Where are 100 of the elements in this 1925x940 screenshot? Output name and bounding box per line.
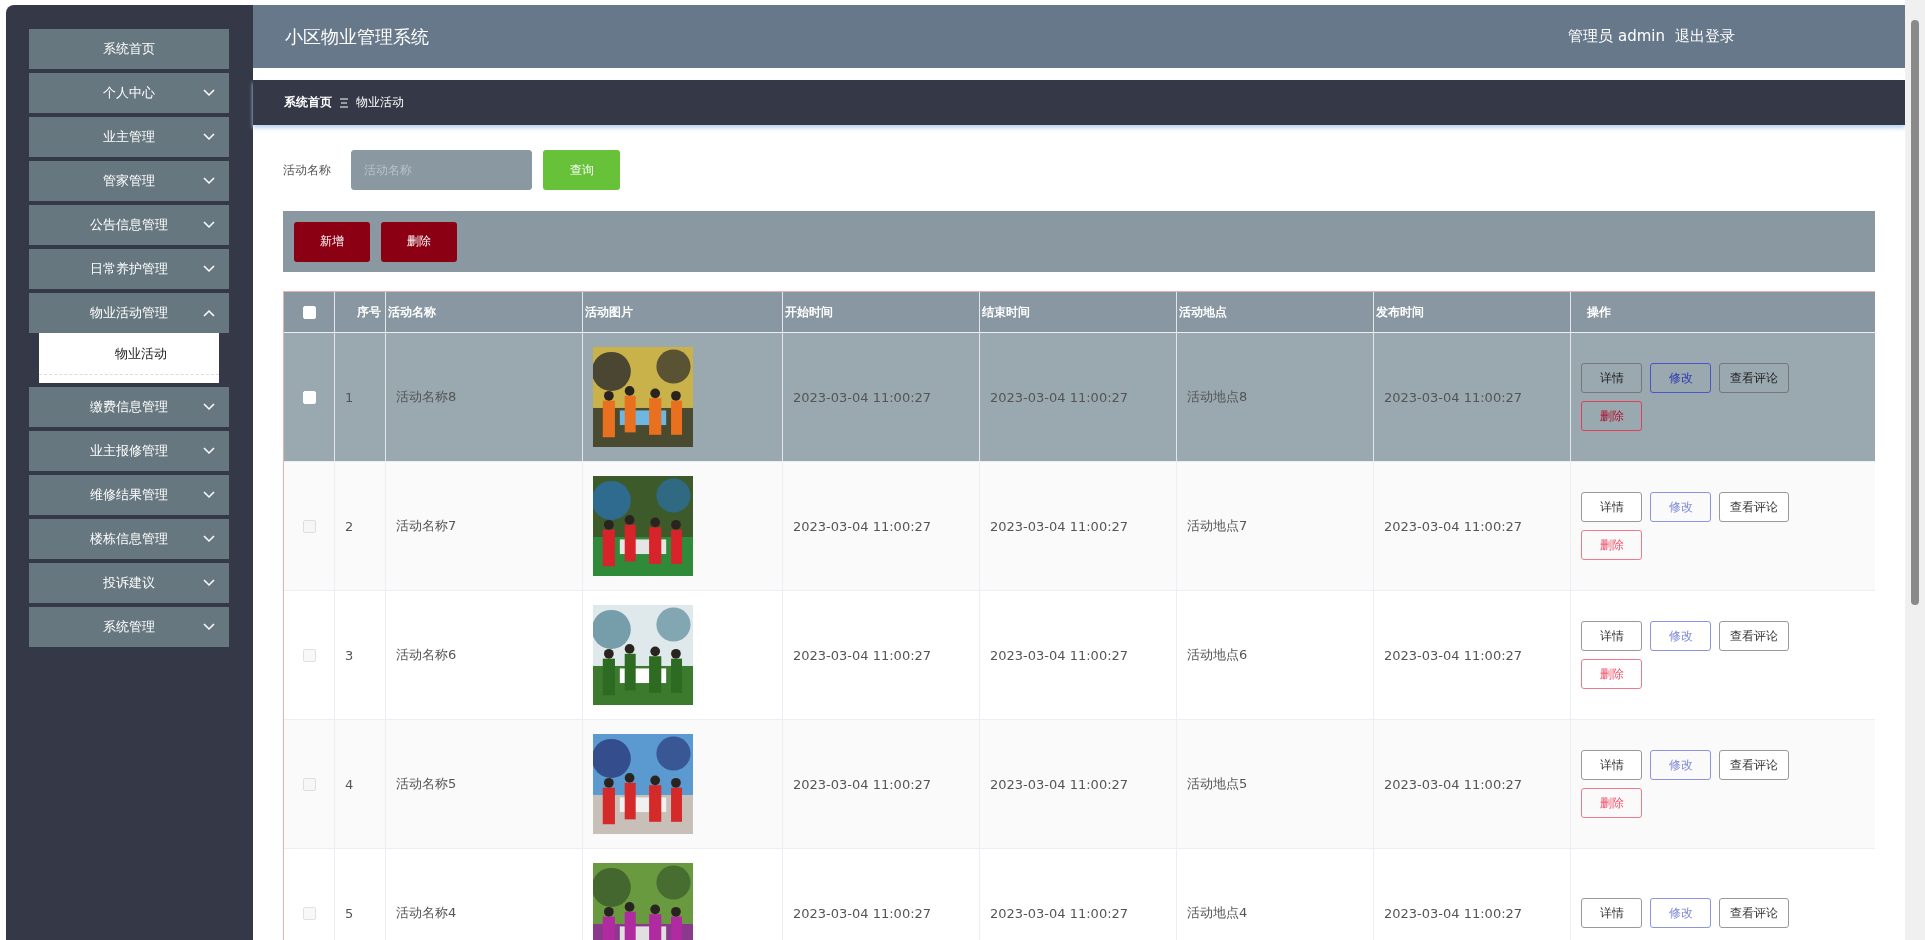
checkbox[interactable]: [302, 648, 316, 662]
action-button[interactable]: 查看评论: [1719, 363, 1789, 393]
checkbox[interactable]: [302, 519, 316, 533]
action-button[interactable]: 查看评论: [1719, 621, 1789, 651]
table-cell: 4: [335, 720, 386, 848]
table-cell: 2023-03-04 11:00:27: [783, 333, 980, 461]
action-button[interactable]: 详情: [1581, 492, 1642, 522]
chevron-down-icon: [203, 177, 215, 185]
chevron-down-icon: [203, 623, 215, 631]
table-row[interactable]: 3 活动名称6 2023-03-04 11:00:27 2023-03-04 11:00:27 活动地点6 2023-03-04 11:00:27 详情 修改 查看评论 删除: [284, 591, 1875, 720]
edit-button[interactable]: 修改: [1650, 492, 1711, 522]
column-header: 活动图片: [583, 292, 783, 332]
table-cell: 活动名称4: [386, 849, 583, 940]
delete-button[interactable]: 删除: [1581, 659, 1642, 689]
search-label: 活动名称: [283, 161, 332, 179]
toolbar-button[interactable]: 删除: [381, 221, 457, 262]
menu-item[interactable]: 系统首页: [29, 29, 229, 69]
chevron-down-icon: [203, 265, 215, 273]
menu-item[interactable]: 维修结果管理: [29, 475, 229, 515]
breadcrumb-link[interactable]: 物业活动: [356, 94, 404, 111]
column-header: 活动地点: [1177, 292, 1374, 332]
table-cell: 2023-03-04 11:00:27: [1374, 591, 1571, 719]
column-header: 活动名称: [386, 292, 583, 332]
delete-button[interactable]: 删除: [1581, 401, 1642, 431]
edit-button[interactable]: 修改: [1650, 363, 1711, 393]
table-cell: 2023-03-04 11:00:27: [980, 333, 1177, 461]
checkbox[interactable]: [302, 777, 316, 791]
menu-item[interactable]: 投诉建议: [29, 563, 229, 603]
table-cell: 活动名称6: [386, 591, 583, 719]
menu-item[interactable]: 管家管理: [29, 161, 229, 201]
table-row[interactable]: 2 活动名称7 2023-03-04 11:00:27 2023-03-04 11:00:27 活动地点7 2023-03-04 11:00:27 详情 修改 查看评论 删除: [284, 462, 1875, 591]
user-label: 管理员 admin: [1568, 27, 1665, 46]
chevron-down-icon: [203, 491, 215, 499]
column-header: 操作: [1586, 303, 1612, 321]
menu-item[interactable]: 物业活动管理: [29, 293, 229, 333]
column-header: 结束时间: [980, 292, 1177, 332]
menu-item[interactable]: 缴费信息管理: [29, 387, 229, 427]
table-row[interactable]: 4 活动名称5 2023-03-04 11:00:27 2023-03-04 11:00:27 活动地点5 2023-03-04 11:00:27 详情 修改 查看评论 删除: [284, 720, 1875, 849]
chevron-down-icon: [203, 579, 215, 587]
table-cell: 活动地点6: [1177, 591, 1374, 719]
chevron-down-icon: [203, 221, 215, 229]
delete-button[interactable]: 删除: [1581, 788, 1642, 818]
table-cell: 活动地点8: [1177, 333, 1374, 461]
app-title: 小区物业管理系统: [285, 24, 429, 49]
action-button[interactable]: 查看评论: [1719, 492, 1789, 522]
menu-item[interactable]: 个人中心: [29, 73, 229, 113]
action-button[interactable]: 查看评论: [1719, 898, 1789, 928]
table-cell: 2023-03-04 11:00:27: [1374, 720, 1571, 848]
table-cell: 1: [335, 333, 386, 461]
scrollbar-thumb[interactable]: [1911, 20, 1919, 605]
table-cell: 活动名称8: [386, 333, 583, 461]
column-header: 序号: [335, 292, 386, 332]
table-cell: 活动地点7: [1177, 462, 1374, 590]
table-cell: 活动名称5: [386, 720, 583, 848]
breadcrumb-link[interactable]: 系统首页: [284, 94, 332, 111]
table-cell: 2023-03-04 11:00:27: [980, 849, 1177, 940]
menu-item[interactable]: 业主报修管理: [29, 431, 229, 471]
table-cell: 2023-03-04 11:00:27: [980, 462, 1177, 590]
column-header: 开始时间: [783, 292, 980, 332]
menu-item[interactable]: 系统管理: [29, 607, 229, 647]
chevron-down-icon: [203, 89, 215, 97]
table-cell: 2023-03-04 11:00:27: [1374, 462, 1571, 590]
chevron-down-icon: [203, 403, 215, 411]
logout-link[interactable]: 退出登录: [1675, 27, 1735, 46]
chevron-down-icon: [203, 447, 215, 455]
chevron-down-icon: [203, 133, 215, 141]
chevron-down-icon: [203, 535, 215, 543]
table-cell: 活动名称7: [386, 462, 583, 590]
scrollbar[interactable]: [1905, 0, 1925, 940]
table-cell: 2023-03-04 11:00:27: [1374, 333, 1571, 461]
delete-button[interactable]: 删除: [1581, 530, 1642, 560]
menu-item[interactable]: 公告信息管理: [29, 205, 229, 245]
menu-item[interactable]: 日常养护管理: [29, 249, 229, 289]
toolbar-button[interactable]: 新增: [294, 221, 370, 262]
column-header: 发布时间: [1374, 292, 1571, 332]
action-button[interactable]: 详情: [1581, 363, 1642, 393]
action-button[interactable]: 详情: [1581, 898, 1642, 928]
table-cell: 2023-03-04 11:00:27: [1374, 849, 1571, 940]
menu-item[interactable]: 楼栋信息管理: [29, 519, 229, 559]
table-cell: 3: [335, 591, 386, 719]
action-button[interactable]: 详情: [1581, 750, 1642, 780]
table-row[interactable]: 1 活动名称8 2023-03-04 11:00:27 2023-03-04 11:00:27 活动地点8 2023-03-04 11:00:27 详情 修改 查看评论 删除: [284, 333, 1875, 462]
edit-button[interactable]: 修改: [1650, 750, 1711, 780]
chevron-up-icon: [203, 309, 215, 317]
table-cell: 2023-03-04 11:00:27: [980, 591, 1177, 719]
menu-item[interactable]: 业主管理: [29, 117, 229, 157]
table-cell: 5: [335, 849, 386, 940]
menu-icon: [340, 97, 348, 108]
table-cell: 2023-03-04 11:00:27: [783, 849, 980, 940]
table-cell: 2023-03-04 11:00:27: [783, 720, 980, 848]
table-cell: 活动地点4: [1177, 849, 1374, 940]
checkbox[interactable]: [302, 906, 316, 920]
table-cell: 2: [335, 462, 386, 590]
edit-button[interactable]: 修改: [1650, 621, 1711, 651]
table-cell: 2023-03-04 11:00:27: [980, 720, 1177, 848]
action-button[interactable]: 查看评论: [1719, 750, 1789, 780]
table-cell: 2023-03-04 11:00:27: [783, 591, 980, 719]
table-cell: 2023-03-04 11:00:27: [783, 462, 980, 590]
action-button[interactable]: 详情: [1581, 621, 1642, 651]
edit-button[interactable]: 修改: [1650, 898, 1711, 928]
